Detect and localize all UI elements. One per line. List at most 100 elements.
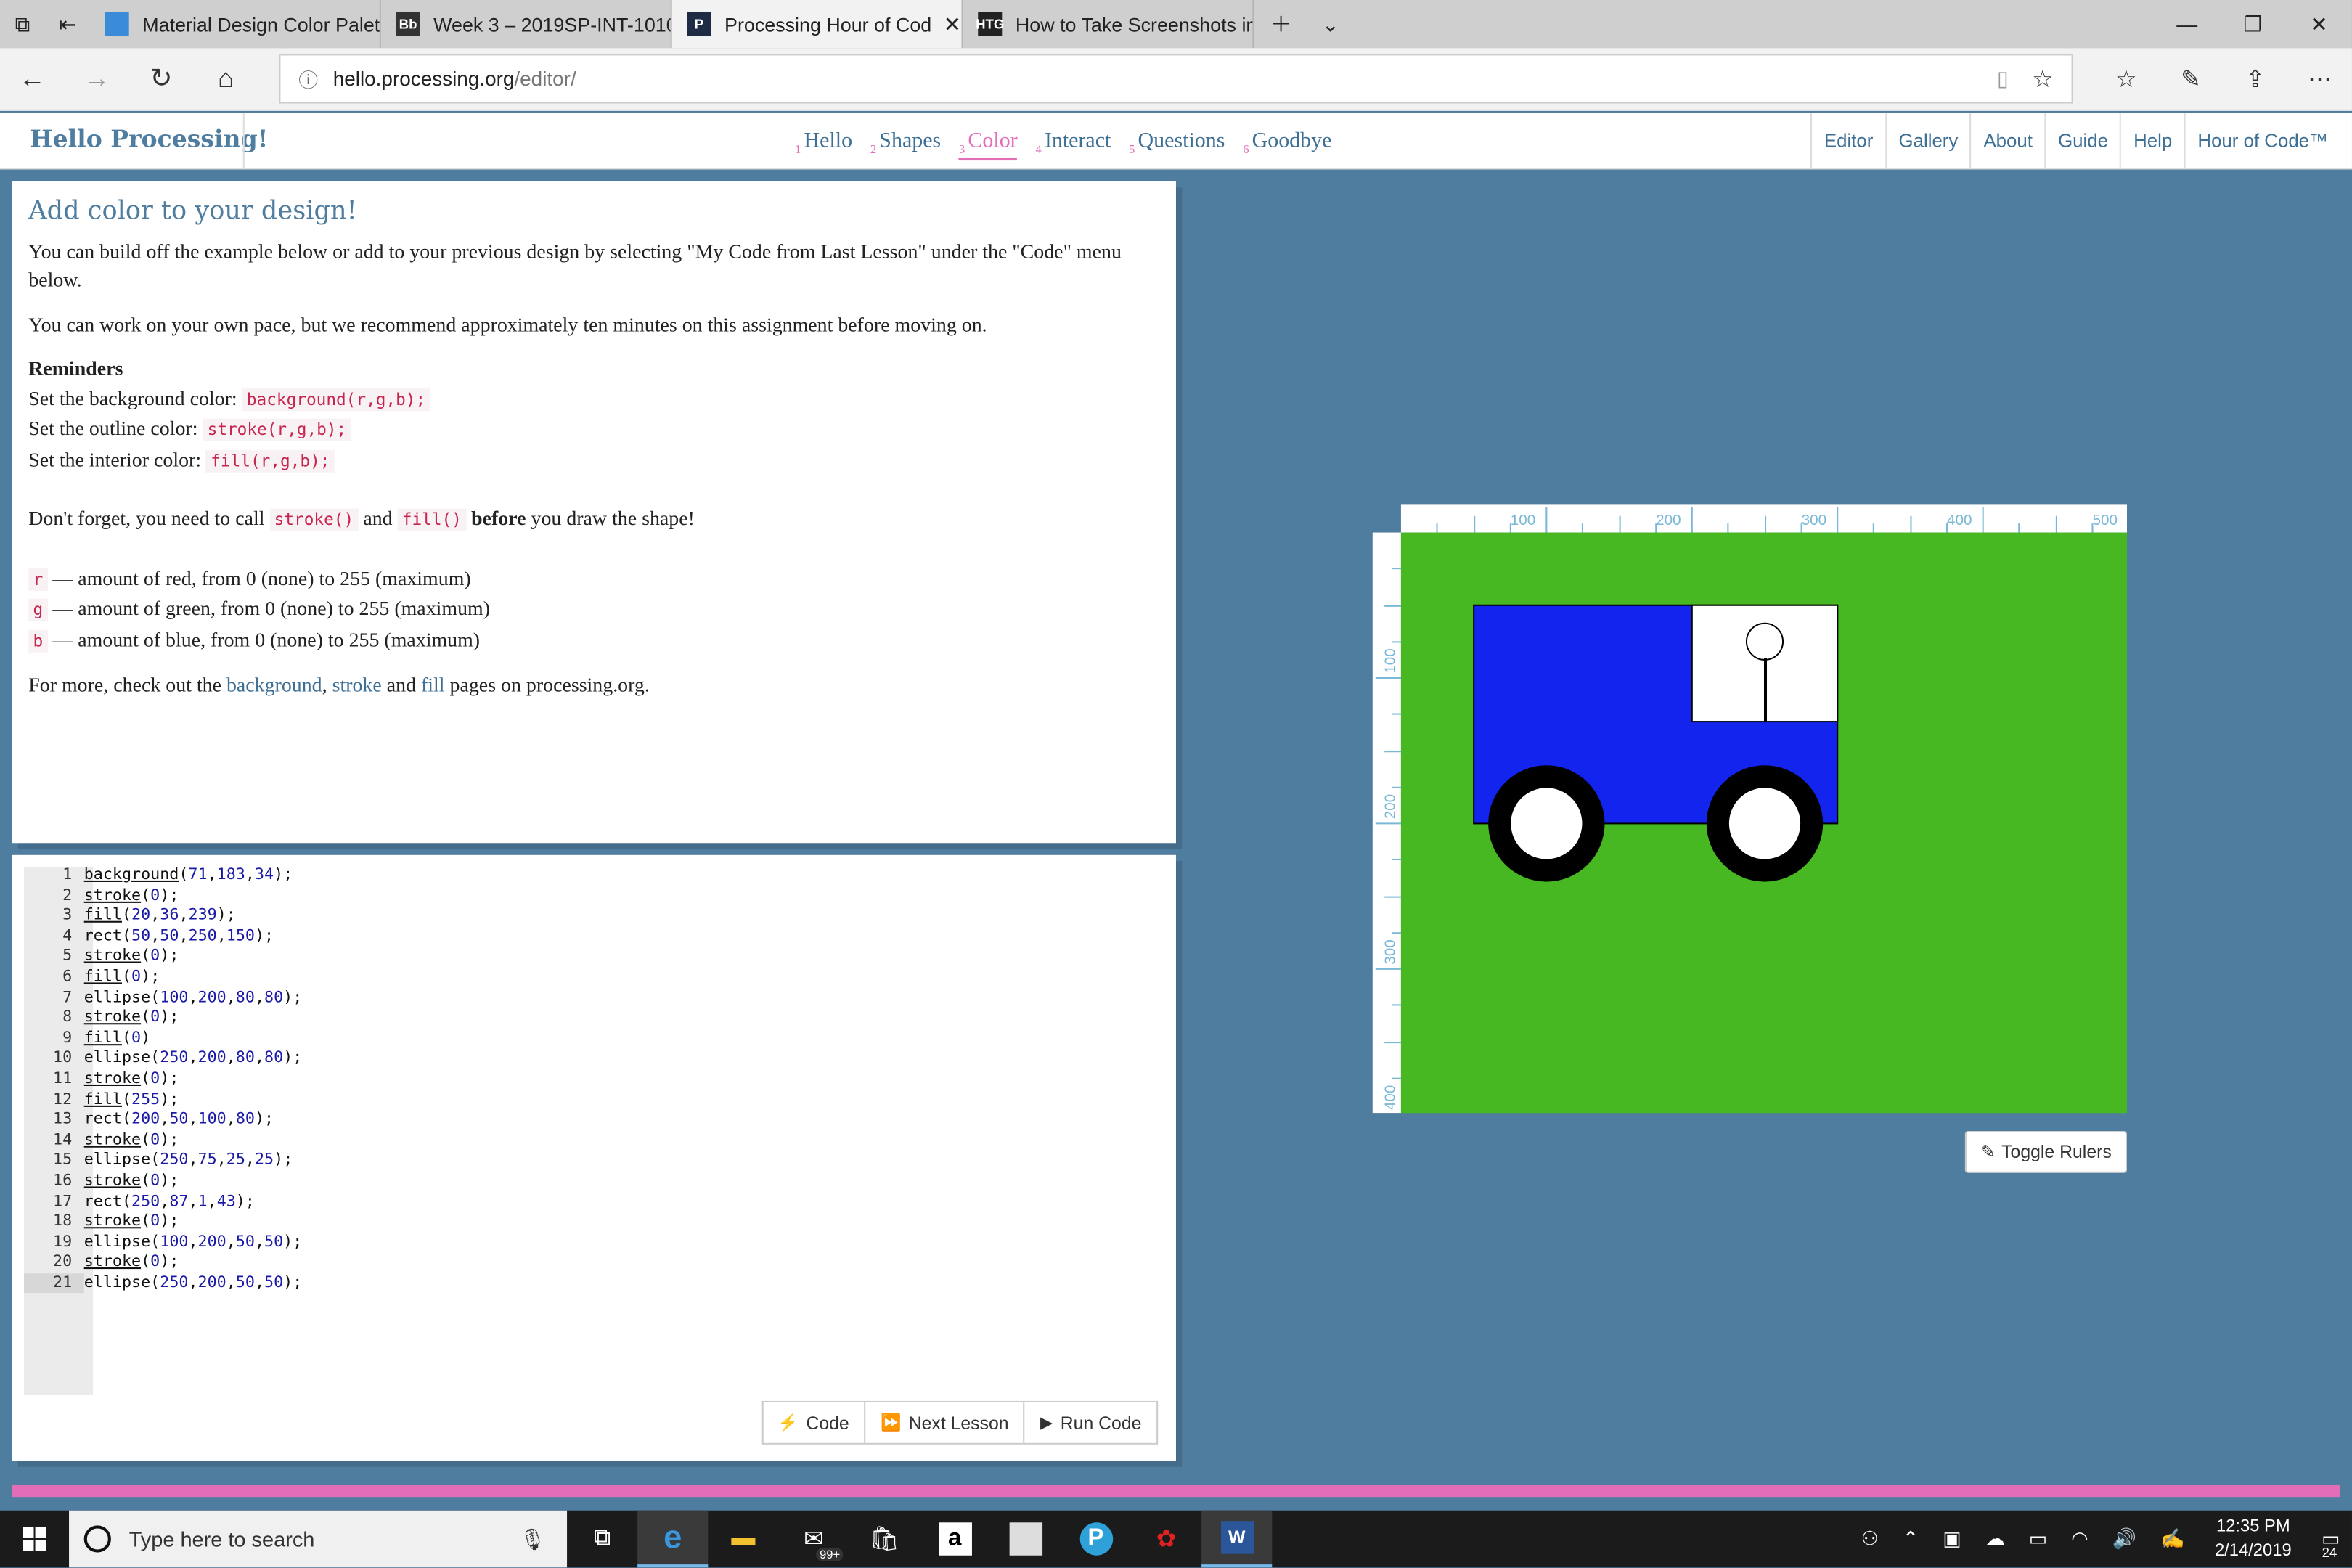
code-text: ellipse(250,75,25,25); — [83, 1151, 293, 1169]
wifi-icon[interactable]: ◠ — [2071, 1527, 2088, 1551]
site-logo[interactable]: Hello Processing! — [30, 125, 268, 153]
tab-actions-icon[interactable]: ⧉ — [0, 0, 45, 48]
close-window-icon[interactable]: ✕ — [2286, 11, 2352, 36]
code-line[interactable]: 15 ellipse(250,75,25,25); — [24, 1151, 302, 1171]
next-lesson-button[interactable]: ⏩ Next Lesson — [864, 1400, 1026, 1445]
game-icon[interactable]: ✿ — [1131, 1511, 1201, 1568]
run-code-button[interactable]: ▶ Run Code — [1024, 1400, 1159, 1445]
minimize-icon[interactable]: — — [2154, 11, 2220, 36]
taskbar-search[interactable]: Type here to search 🎙 — [69, 1510, 568, 1568]
nav-guide[interactable]: Guide — [2044, 112, 2120, 170]
amazon-icon[interactable]: a — [920, 1511, 990, 1568]
code-line[interactable]: 18 stroke(0); — [24, 1212, 302, 1233]
url-field[interactable]: ⓘ hello.processing.org/editor/ ▯ ☆ — [279, 54, 2073, 104]
code-line[interactable]: 20 stroke(0); — [24, 1253, 302, 1273]
ruler-label-v200: 200 — [1382, 794, 1399, 819]
code-text: stroke(0); — [83, 886, 179, 905]
edge-icon[interactable]: e — [637, 1510, 709, 1568]
people-icon[interactable]: ⚇ — [1861, 1527, 1879, 1551]
pen-icon[interactable]: ✍ — [2160, 1527, 2184, 1551]
set-aside-tabs-icon[interactable]: ⇤ — [45, 0, 90, 48]
code-line[interactable]: 13 rect(200,50,100,80); — [24, 1110, 302, 1130]
code-line[interactable]: 9 fill(0) — [24, 1029, 302, 1049]
nav-editor[interactable]: Editor — [1810, 112, 1885, 170]
reading-view-icon[interactable]: ▯ — [1997, 66, 2009, 91]
display-icon[interactable]: ▣ — [1943, 1527, 1961, 1551]
link-fill[interactable]: fill — [421, 674, 445, 696]
task-view-icon[interactable]: ⧉ — [567, 1511, 637, 1568]
tab-preview-chevron-icon[interactable]: ⌄ — [1308, 0, 1353, 48]
more-icon[interactable]: ⋯ — [2287, 48, 2352, 111]
lesson-questions[interactable]: 5 Questions — [1129, 129, 1225, 160]
code-editor-panel: 1 background(71,183,34); 2 stroke(0); 3 fill(… — [12, 854, 1176, 1461]
code-line[interactable]: 8 stroke(0); — [24, 1008, 302, 1029]
tab-material-design[interactable]: Material Design Color Palett — [90, 0, 381, 49]
code-line[interactable]: 4 rect(50,50,250,150); — [24, 927, 302, 947]
code-line[interactable]: 19 ellipse(100,200,50,50); — [24, 1233, 302, 1253]
code-line[interactable]: 12 fill(255); — [24, 1090, 302, 1110]
code-stroke: stroke(r,g,b); — [203, 418, 351, 441]
code-menu-button[interactable]: ⚡ Code — [761, 1400, 866, 1445]
instructions-panel: Add color to your design! You can build … — [12, 181, 1176, 844]
lesson-color[interactable]: 3 Color — [959, 129, 1018, 160]
lesson-goodbye[interactable]: 6 Goodbye — [1243, 129, 1331, 160]
code-line[interactable]: 3 fill(20,36,239); — [24, 906, 302, 926]
code-line[interactable]: 21 ellipse(250,200,50,50); — [24, 1273, 302, 1294]
code-line[interactable]: 6 fill(0); — [24, 968, 302, 988]
web-note-icon[interactable]: ✎ — [2158, 48, 2223, 111]
share-icon[interactable]: ⇪ — [2223, 48, 2287, 111]
link-background[interactable]: background — [226, 674, 322, 696]
code-line[interactable]: 7 ellipse(100,200,80,80); — [24, 988, 302, 1008]
battery-icon[interactable]: ▭ — [2029, 1527, 2047, 1551]
line-number: 4 — [62, 926, 73, 945]
code-line[interactable]: 14 stroke(0); — [24, 1130, 302, 1151]
action-center-icon[interactable]: ▭ 24 — [2322, 1527, 2340, 1559]
nav-gallery[interactable]: Gallery — [1885, 112, 1970, 170]
nav-help[interactable]: Help — [2120, 112, 2184, 170]
store-icon[interactable]: 🛍 — [849, 1511, 920, 1568]
tab-htg[interactable]: HTG How to Take Screenshots in — [963, 0, 1254, 49]
tab-processing[interactable]: P Processing Hour of Cod ✕ — [671, 0, 963, 49]
code-line[interactable]: 2 stroke(0); — [24, 886, 302, 906]
code-line[interactable]: 1 background(71,183,34); — [24, 865, 302, 886]
code-line[interactable]: 17 rect(250,87,1,43); — [24, 1192, 302, 1212]
lesson-interact[interactable]: 4 Interact — [1035, 129, 1111, 160]
volume-icon[interactable]: 🔊 — [2112, 1527, 2136, 1551]
close-tab-icon[interactable]: ✕ — [944, 11, 961, 36]
mail-icon[interactable]: ✉ 99+ — [778, 1511, 849, 1568]
lesson-hello[interactable]: 1 Hello — [795, 129, 852, 160]
microphone-icon[interactable]: 🎙 — [519, 1526, 546, 1551]
code-text: ellipse(250,200,50,50); — [83, 1273, 303, 1291]
start-button[interactable] — [0, 1511, 69, 1568]
code-editor[interactable]: 1 background(71,183,34); 2 stroke(0); 3 fill(… — [24, 865, 302, 1294]
new-tab-icon[interactable]: ＋ — [1254, 0, 1307, 48]
word-icon[interactable]: W — [1201, 1510, 1273, 1568]
home-icon[interactable]: ⌂ — [194, 47, 258, 110]
lesson-shapes[interactable]: 2 Shapes — [870, 129, 941, 160]
clock[interactable]: 12:35 PM 2/14/2019 — [2215, 1515, 2292, 1563]
code-line[interactable]: 5 stroke(0); — [24, 947, 302, 968]
code-line[interactable]: 10 ellipse(250,200,80,80); — [24, 1049, 302, 1069]
code-line[interactable]: 16 stroke(0); — [24, 1172, 302, 1192]
nav-about[interactable]: About — [1969, 112, 2045, 170]
nav-hour-of-code[interactable]: Hour of Code™ — [2184, 112, 2340, 170]
code-line[interactable]: 11 stroke(0); — [24, 1069, 302, 1090]
tab-week-3[interactable]: Bb Week 3 – 2019SP-INT-1010 — [381, 0, 672, 49]
back-icon[interactable]: ← — [0, 47, 65, 110]
code-text: stroke(0); — [83, 1130, 179, 1149]
ruler-label-v300: 300 — [1382, 939, 1399, 964]
restore-icon[interactable]: ❐ — [2220, 11, 2286, 36]
refresh-icon[interactable]: ↻ — [129, 47, 194, 110]
app-icon[interactable] — [990, 1511, 1061, 1568]
favorite-star-icon[interactable]: ☆ — [2032, 64, 2054, 94]
favorites-hub-icon[interactable]: ☆ — [2094, 48, 2159, 111]
tray-chevron-icon[interactable]: ⌃ — [1903, 1527, 1919, 1551]
pandora-icon[interactable]: P — [1061, 1511, 1131, 1568]
file-explorer-icon[interactable]: ▬ — [708, 1511, 778, 1568]
code-text: stroke(0); — [83, 1212, 179, 1230]
forward-icon[interactable]: → — [65, 47, 129, 110]
toggle-rulers-button[interactable]: ✎ Toggle Rulers — [1964, 1130, 2128, 1173]
info-icon[interactable]: ⓘ — [298, 65, 318, 93]
onedrive-icon[interactable]: ☁ — [1985, 1527, 2005, 1551]
link-stroke[interactable]: stroke — [332, 674, 382, 696]
